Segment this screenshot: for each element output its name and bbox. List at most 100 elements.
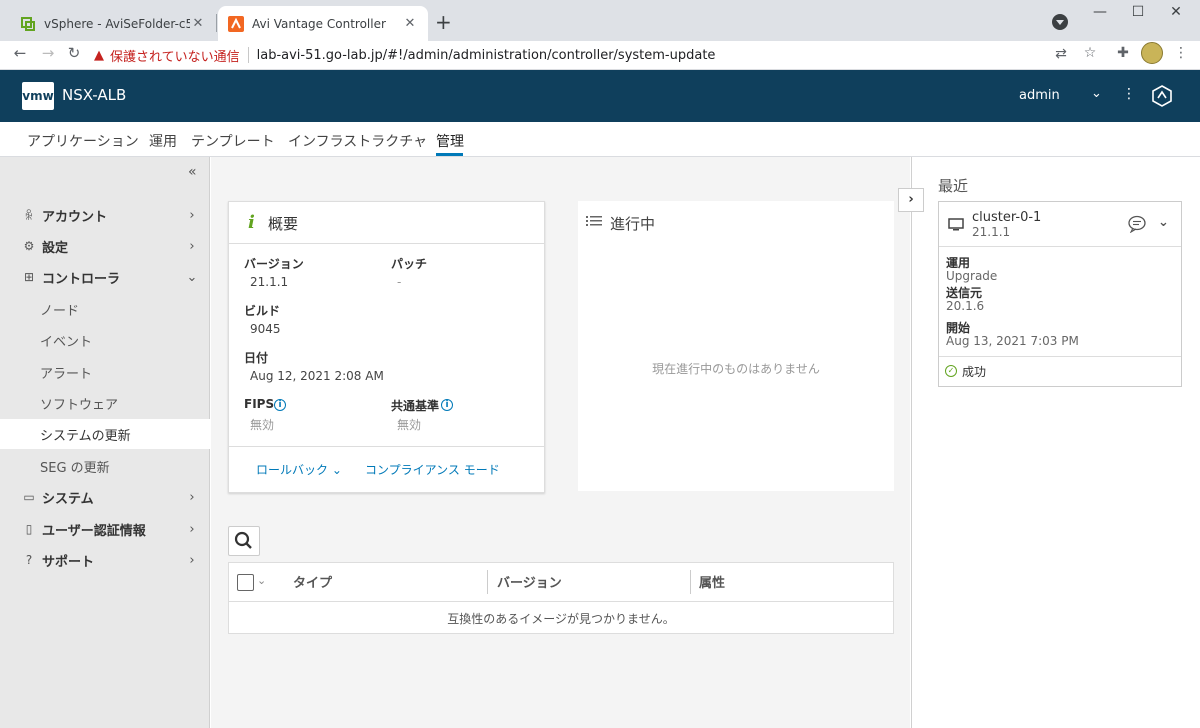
column-header-attributes[interactable]: 属性	[699, 572, 725, 591]
window-close-icon[interactable]: ✕	[1166, 4, 1186, 20]
column-header-version[interactable]: バージョン	[497, 572, 562, 591]
operation-value: Upgrade	[946, 269, 998, 283]
browser-tab-avi[interactable]: Avi Vantage Controller ✕	[218, 6, 428, 41]
card-divider	[939, 246, 1181, 247]
chevron-right-icon[interactable]: ›	[898, 188, 924, 212]
in-progress-title: 進行中	[610, 215, 656, 233]
sidebar-subitem-nodes[interactable]: ノード	[0, 294, 210, 324]
search-button[interactable]	[228, 526, 260, 556]
status-badge: 成功	[962, 365, 987, 379]
chrome-menu-icon[interactable]: ⋮	[1172, 45, 1190, 61]
chevron-down-icon[interactable]: ⌄	[1158, 215, 1169, 230]
chevron-down-icon: ⌄	[186, 269, 198, 285]
more-vertical-icon[interactable]: ⋮	[1122, 86, 1136, 102]
profile-avatar[interactable]	[1141, 42, 1163, 64]
maximize-icon[interactable]: ☐	[1128, 4, 1148, 20]
user-menu[interactable]: admin	[1019, 88, 1060, 103]
tab-operations[interactable]: 運用	[149, 131, 177, 151]
back-arrow-icon[interactable]: ←	[10, 44, 30, 62]
close-icon[interactable]: ✕	[190, 16, 206, 31]
id-badge-icon: ▯	[25, 522, 33, 536]
fips-label: FIPS	[244, 397, 275, 411]
patch-value: -	[397, 275, 402, 289]
table-header-divider	[229, 601, 893, 602]
recent-item-version: 21.1.1	[972, 225, 1011, 239]
chevron-right-icon: ›	[189, 552, 195, 568]
sidebar-item-settings[interactable]: ⚙ 設定 ›	[0, 231, 210, 261]
forward-arrow-icon[interactable]: →	[38, 44, 58, 62]
rollback-dropdown[interactable]: ロールバック ⌄	[256, 461, 342, 478]
avi-hexagon-logo-icon[interactable]	[1150, 84, 1174, 108]
minimize-icon[interactable]: —	[1090, 4, 1110, 20]
sidebar-item-label: コントローラ	[42, 271, 121, 287]
tab-title: vSphere - AviSeFolder-c51 - サマリ	[44, 17, 190, 31]
column-header-type[interactable]: タイプ	[293, 572, 332, 591]
sidebar-subitem-system-update[interactable]: システムの更新	[0, 419, 210, 449]
build-value: 9045	[250, 322, 281, 336]
date-value: Aug 12, 2021 2:08 AM	[250, 369, 384, 383]
url-text[interactable]: lab-avi-51.go-lab.jp/#!/admin/administra…	[257, 48, 716, 63]
translate-icon[interactable]: ⇄	[1052, 46, 1070, 62]
table-empty-message: 互換性のあるイメージが見つかりません。	[447, 612, 675, 626]
info-icon: i	[248, 212, 255, 233]
column-separator	[487, 570, 488, 594]
rollback-label: ロールバック	[256, 463, 329, 477]
fips-value: 無効	[250, 418, 275, 432]
main-nav	[0, 122, 1200, 157]
close-icon[interactable]: ✕	[402, 16, 418, 31]
browser-tab-vsphere[interactable]: vSphere - AviSeFolder-c51 - サマリ ✕	[10, 6, 216, 41]
new-tab-plus-icon[interactable]: +	[435, 12, 452, 32]
list-icon	[586, 216, 602, 226]
tab-search-icon[interactable]	[1052, 14, 1068, 30]
tab-templates[interactable]: テンプレート	[191, 131, 275, 151]
in-progress-card	[578, 201, 894, 491]
sidebar-subitem-software[interactable]: ソフトウェア	[0, 388, 210, 418]
reload-icon[interactable]: ↻	[64, 44, 84, 62]
compliance-mode-button[interactable]: コンプライアンス モード	[365, 461, 500, 478]
security-warning[interactable]: 保護されていない通信	[110, 46, 240, 65]
info-circle-icon[interactable]: i	[274, 399, 286, 411]
cluster-icon: ⊞	[23, 270, 35, 284]
date-label: 日付	[244, 351, 269, 365]
extensions-puzzle-icon[interactable]: ✚	[1114, 45, 1132, 61]
tab-applications[interactable]: アプリケーション	[27, 131, 139, 151]
sidebar-subitem-seg-update[interactable]: SEG の更新	[0, 451, 210, 481]
sidebar-item-support[interactable]: ? サポート ›	[0, 545, 210, 575]
sidebar-subitem-events[interactable]: イベント	[0, 325, 210, 355]
sidebar-item-label: ユーザー認証情報	[42, 523, 146, 539]
sidebar-subitem-alerts[interactable]: アラート	[0, 357, 210, 387]
tab-infrastructure[interactable]: インフラストラクチャ	[288, 131, 427, 151]
card-divider	[229, 243, 544, 244]
sidebar-item-credentials[interactable]: ▯ ユーザー認証情報 ›	[0, 514, 210, 544]
bookmark-star-icon[interactable]: ☆	[1081, 45, 1099, 61]
tab-administration[interactable]: 管理	[436, 131, 464, 151]
info-circle-icon[interactable]: i	[441, 399, 453, 411]
monitor-icon: ▭	[23, 490, 35, 504]
recent-item-name: cluster-0-1	[972, 210, 1042, 225]
chevron-down-icon[interactable]: ⌄	[1091, 86, 1102, 101]
chevron-down-icon[interactable]: ⌄	[257, 574, 266, 587]
comment-icon[interactable]	[1127, 215, 1147, 233]
patch-label: パッチ	[391, 257, 428, 271]
chevron-down-icon: ⌄	[331, 463, 342, 477]
sidebar-item-accounts[interactable]: ꆜ アカウント ›	[0, 200, 210, 230]
tab-separator	[216, 14, 217, 32]
card-divider	[939, 356, 1181, 357]
vmw-logo: vmw	[22, 82, 54, 110]
version-value: 21.1.1	[250, 275, 289, 289]
address-bar[interactable]: ▲ 保護されていない通信 lab-avi-51.go-lab.jp/#!/adm…	[94, 42, 1106, 68]
recent-title: 最近	[938, 177, 969, 195]
collapse-sidebar-icon[interactable]: «	[188, 164, 197, 180]
chevron-right-icon: ›	[189, 489, 195, 505]
product-name: NSX-ALB	[62, 86, 127, 104]
common-criteria-label: 共通基準	[391, 399, 440, 413]
build-label: ビルド	[244, 304, 281, 318]
chevron-right-icon: ›	[189, 521, 195, 537]
sidebar-item-label: 設定	[42, 240, 69, 256]
sidebar-item-system[interactable]: ▭ システム ›	[0, 482, 210, 512]
card-divider	[229, 446, 544, 447]
warning-triangle-icon: ▲	[94, 47, 104, 63]
sidebar-item-controller[interactable]: ⊞ コントローラ ⌄	[0, 262, 210, 292]
source-value: 20.1.6	[946, 299, 985, 313]
select-all-checkbox[interactable]	[237, 574, 254, 591]
